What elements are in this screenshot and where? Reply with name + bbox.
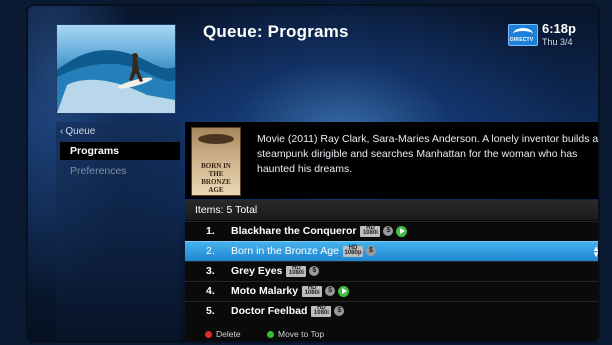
row-title: Doctor Feelbad HD 1080i $ <box>231 302 345 321</box>
hd-badge-icon: HD 1080i <box>360 225 381 237</box>
row-title: Blackhare the Conqueror HD 1080i $ <box>231 222 408 241</box>
row-title: Moto Malarky HD 1080i $ <box>231 282 350 301</box>
hd-badge-icon: HD 1080i <box>311 305 332 317</box>
queue-list: Items: 5 Total 1. Blackhare the Conquero… <box>185 200 598 341</box>
legend-move-to-top[interactable]: Move to Top <box>267 327 324 341</box>
row-title-text: Blackhare the Conqueror <box>231 225 357 237</box>
hd-badge-icon: HD 1080i <box>302 285 323 297</box>
ppv-dollar-icon: $ <box>334 306 345 317</box>
legend-delete[interactable]: Delete <box>205 327 241 341</box>
sidebar-back-label: Queue <box>65 126 96 137</box>
clock-time: 6:18p <box>542 21 576 36</box>
row-number: 5. <box>206 305 215 317</box>
row-number: 2. <box>206 245 215 257</box>
row-title: Born in the Bronze Age HD 1080p $ <box>231 242 376 261</box>
queue-row-1[interactable]: 1. Blackhare the Conqueror HD 1080i $ <box>185 221 598 241</box>
sidebar-back-queue[interactable]: ‹ Queue <box>60 126 95 137</box>
brand-logo: DIRECTV <box>508 24 538 46</box>
row-number: 3. <box>206 265 215 277</box>
row-number: 4. <box>206 285 215 297</box>
row-title-text: Doctor Feelbad <box>231 305 308 317</box>
program-detail-panel: BORN IN THE BRONZE AGE Movie (2011) Ray … <box>185 122 598 199</box>
sidebar-item-preferences[interactable]: Preferences <box>60 162 180 180</box>
sidebar-item-programs[interactable]: Programs <box>60 142 180 160</box>
red-button-icon <box>205 331 212 339</box>
legend-move-label: Move to Top <box>278 329 325 339</box>
play-icon <box>396 225 408 237</box>
sidebar-item-label: Programs <box>70 145 120 157</box>
poster-title: BORN IN THE BRONZE AGE <box>201 162 231 194</box>
ppv-dollar-icon: $ <box>366 246 376 257</box>
ppv-dollar-icon: $ <box>383 226 394 237</box>
queue-row-2[interactable]: 2. Born in the Bronze Age HD 1080p $ ▲ ▼ <box>185 241 598 261</box>
chevron-left-icon: ‹ <box>60 126 64 137</box>
row-title-text: Born in the Bronze Age <box>231 245 339 257</box>
row-title-text: Moto Malarky <box>231 285 299 297</box>
hd-badge-icon: HD 1080i <box>286 265 307 277</box>
reorder-arrows-icon[interactable]: ▲ ▼ <box>592 245 598 259</box>
ppv-dollar-icon: $ <box>309 266 320 277</box>
clock-date: Thu 3/4 <box>542 37 573 47</box>
button-legend: Delete Move to Top <box>185 327 598 341</box>
brand-logo-text: DIRECTV <box>510 37 534 43</box>
tv-screen: Queue: Programs DIRECTV 6:18p Thu 3/4 ‹ Q… <box>28 6 598 341</box>
sidebar: ‹ Queue Programs Preferences <box>56 122 180 341</box>
items-count-header: Items: 5 Total <box>185 200 598 220</box>
movie-poster: BORN IN THE BRONZE AGE <box>191 127 241 196</box>
queue-row-4[interactable]: 4. Moto Malarky HD 1080i $ <box>185 281 598 301</box>
hd-badge-icon: HD 1080p <box>343 244 363 257</box>
airship-icon <box>198 134 234 144</box>
row-title-text: Grey Eyes <box>231 265 283 277</box>
queue-row-5[interactable]: 5. Doctor Feelbad HD 1080i $ <box>185 301 598 321</box>
play-icon <box>338 285 350 297</box>
row-number: 1. <box>206 225 215 237</box>
queue-row-3[interactable]: 3. Grey Eyes HD 1080i $ <box>185 261 598 281</box>
row-title: Grey Eyes HD 1080i $ <box>231 262 320 281</box>
program-thumbnail <box>56 24 176 114</box>
page-title: Queue: Programs <box>203 22 349 41</box>
green-button-icon <box>267 331 274 339</box>
program-synopsis: Movie (2011) Ray Clark, Sara-Maries Ande… <box>257 133 598 175</box>
ppv-dollar-icon: $ <box>325 286 336 297</box>
sidebar-item-label: Preferences <box>70 165 127 177</box>
legend-delete-label: Delete <box>216 329 241 339</box>
